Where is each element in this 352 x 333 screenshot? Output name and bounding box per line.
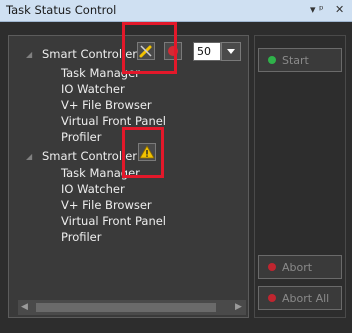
start-label: Start (282, 54, 309, 67)
tree-item[interactable]: V+ File Browser (61, 98, 152, 112)
close-button[interactable]: ✕ (335, 2, 344, 18)
expander-icon[interactable]: ◢ (26, 50, 32, 59)
tree-item[interactable]: IO Watcher (61, 82, 125, 96)
highlight-box (122, 127, 164, 178)
abort-all-label: Abort All (282, 292, 330, 305)
chevron-down-icon (227, 49, 235, 54)
tree-item[interactable]: Virtual Front Panel (61, 214, 166, 228)
highlight-box (122, 22, 177, 74)
tree-item[interactable]: Profiler (61, 130, 102, 144)
start-led-icon (268, 56, 276, 64)
horizontal-scrollbar[interactable]: ◀ ▶ (18, 300, 246, 315)
pin-button[interactable]: ▾ ᵖ (310, 2, 324, 18)
scroll-thumb[interactable] (36, 303, 216, 312)
abort-all-button[interactable]: Abort All (258, 286, 342, 310)
speed-dropdown-button[interactable] (221, 42, 241, 61)
scroll-left-icon[interactable]: ◀ (21, 302, 28, 312)
start-button[interactable]: Start (258, 48, 342, 72)
abort-led-icon (268, 263, 276, 271)
abort-all-led-icon (268, 294, 276, 302)
expander-icon[interactable]: ◢ (26, 152, 32, 161)
abort-label: Abort (282, 261, 313, 274)
tree-item[interactable]: IO Watcher (61, 182, 125, 196)
abort-button[interactable]: Abort (258, 255, 342, 279)
speed-input[interactable]: 50 (193, 42, 221, 61)
window-title: Task Status Control (6, 3, 117, 17)
tree-item[interactable]: Virtual Front Panel (61, 114, 166, 128)
scroll-right-icon[interactable]: ▶ (235, 302, 242, 312)
tree-item[interactable]: V+ File Browser (61, 198, 152, 212)
tree-item[interactable]: Profiler (61, 230, 102, 244)
title-bar: Task Status Control ▾ ᵖ ✕ (0, 0, 352, 22)
